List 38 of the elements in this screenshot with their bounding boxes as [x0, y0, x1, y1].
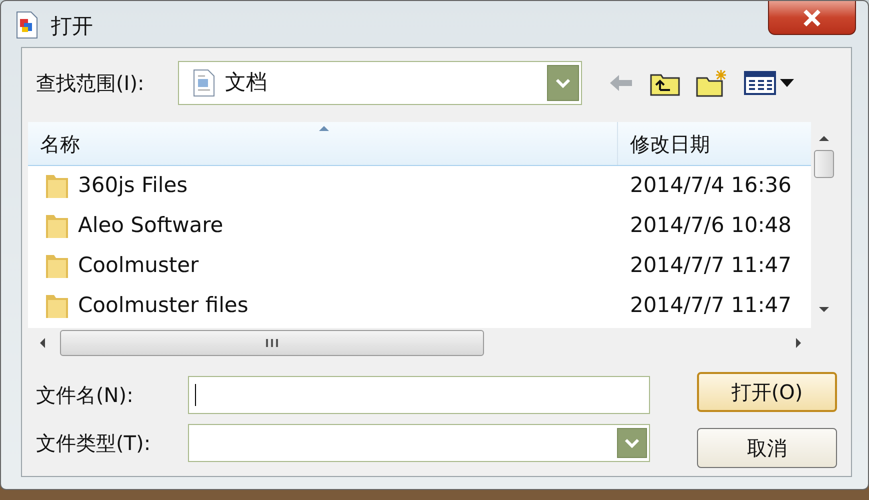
- open-button[interactable]: 打开(O): [697, 372, 837, 412]
- folder-icon: [44, 212, 70, 240]
- file-name[interactable]: Aleo Software: [78, 210, 224, 242]
- column-header[interactable]: 修改日期: [618, 122, 710, 165]
- file-name[interactable]: Coolmuster: [78, 250, 199, 282]
- scroll-left-icon[interactable]: [38, 337, 46, 349]
- folder-icon: [44, 292, 70, 320]
- look-in-dropdown[interactable]: 文档: [178, 61, 582, 105]
- app-icon: [15, 11, 39, 39]
- close-icon: [802, 8, 822, 26]
- folder-icon: [44, 252, 70, 280]
- file-name-field[interactable]: [188, 376, 650, 414]
- modified-date: 2014/7/7 11:47: [629, 252, 792, 280]
- view-menu-icon[interactable]: [744, 70, 796, 96]
- file-type-label: 文件类型(T):: [35, 430, 152, 457]
- file-type-dropdown[interactable]: [188, 424, 650, 462]
- modified-date: 2014/7/6 10:48: [629, 212, 792, 240]
- cancel-button[interactable]: 取消: [697, 428, 837, 468]
- scroll-down-icon[interactable]: [818, 306, 830, 314]
- new-folder-icon[interactable]: [696, 69, 728, 97]
- file-name-label: 文件名(N):: [35, 382, 134, 409]
- scroll-up-icon[interactable]: [818, 134, 830, 142]
- file-name[interactable]: Coolmuster files: [78, 290, 248, 322]
- chevron-down-icon: [624, 438, 640, 448]
- scrollbar-thumb[interactable]: [60, 330, 484, 356]
- close-button[interactable]: [768, 1, 856, 35]
- file-name[interactable]: 360js Files: [78, 170, 188, 202]
- scroll-right-icon[interactable]: [795, 337, 803, 349]
- look-in-label: 查找范围(I):: [35, 70, 146, 97]
- scrollbar-thumb[interactable]: [814, 150, 834, 178]
- chevron-down-icon: [555, 78, 571, 88]
- folder-icon: [44, 172, 70, 200]
- modified-date: 2014/7/7 11:47: [629, 292, 792, 320]
- grip-icon: [265, 338, 279, 348]
- window-title: 打开: [51, 13, 93, 40]
- document-icon: [193, 69, 215, 97]
- modified-date: 2014/7/4 16:36: [629, 172, 792, 200]
- look-in-value: 文档: [225, 69, 267, 96]
